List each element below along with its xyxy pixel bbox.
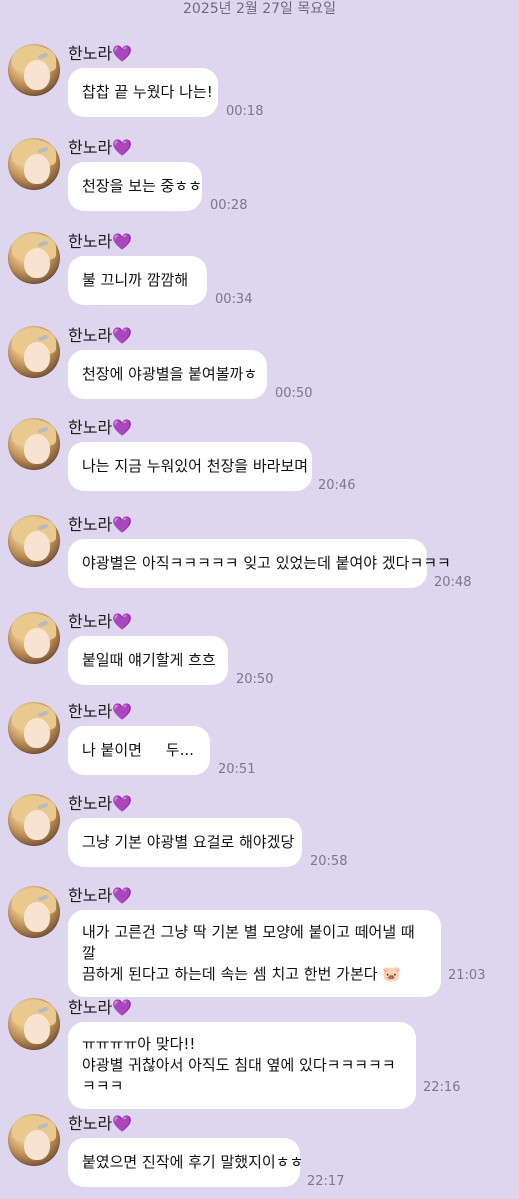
message-time: 00:18 — [226, 104, 264, 119]
message-time: 20:46 — [318, 478, 356, 493]
avatar[interactable] — [8, 886, 60, 938]
message-bubble[interactable]: 그냥 기본 야광별 요걸로 해야겠당 — [68, 818, 302, 867]
message-time: 21:03 — [448, 968, 486, 983]
avatar[interactable] — [8, 794, 60, 846]
date-header: 2025년 2월 27일 목요일 — [183, 1, 336, 17]
sender-name: 한노라💜 — [68, 886, 133, 905]
message-time: 22:16 — [423, 1080, 461, 1095]
avatar[interactable] — [8, 702, 60, 754]
sender-name: 한노라💜 — [68, 998, 133, 1017]
message-bubble[interactable]: 붙였으면 진작에 후기 말했지이ㅎㅎ — [68, 1138, 303, 1187]
message-line: ㅠㅠㅠㅠ아 맞다!! — [82, 1035, 196, 1053]
avatar[interactable] — [8, 326, 60, 378]
sender-name: 한노라💜 — [68, 418, 133, 437]
sender-name: 한노라💜 — [68, 612, 133, 631]
message-bubble[interactable]: 나 붙이면 두... — [68, 726, 210, 775]
avatar[interactable] — [8, 232, 60, 284]
message-bubble[interactable]: 야광별은 아직ㅋㅋㅋㅋㅋ 잊고 있었는데 붙여야 겠다ㅋㅋㅋ — [68, 539, 451, 588]
message-time: 20:58 — [310, 854, 348, 869]
message-bubble[interactable]: 천장을 보는 중ㅎㅎ — [68, 162, 202, 211]
avatar[interactable] — [8, 418, 60, 470]
message-line: 내가 고른건 그냥 딱 기본 별 모양에 붙이고 떼어낼 때 깔 — [82, 923, 415, 962]
message-bubble[interactable]: 천장에 야광별을 붙여볼까ㅎ — [68, 350, 267, 399]
message-line: 끔하게 된다고 하는데 속는 셈 치고 한번 가본다 🐷 — [82, 965, 402, 983]
avatar[interactable] — [8, 612, 60, 664]
avatar[interactable] — [8, 138, 60, 190]
sender-name: 한노라💜 — [68, 44, 133, 63]
message-bubble[interactable]: 나는 지금 누워있어 천장을 바라보며 — [68, 442, 312, 491]
avatar[interactable] — [8, 1114, 60, 1166]
sender-name: 한노라💜 — [68, 232, 133, 251]
message-time: 22:17 — [307, 1174, 345, 1189]
sender-name: 한노라💜 — [68, 515, 133, 534]
message-time: 00:34 — [215, 292, 253, 307]
sender-name: 한노라💜 — [68, 702, 133, 721]
avatar[interactable] — [8, 998, 60, 1050]
message-time: 20:48 — [434, 575, 472, 590]
message-time: 20:51 — [218, 762, 256, 777]
avatar[interactable] — [8, 44, 60, 96]
message-time: 00:28 — [210, 198, 248, 213]
message-time: 00:50 — [275, 386, 313, 401]
message-bubble[interactable]: ㅠㅠㅠㅠ아 맞다!! 야광별 귀찮아서 아직도 침대 옆에 있다ㅋㅋㅋㅋㅋㅋㅋㅋ — [68, 1022, 416, 1109]
sender-name: 한노라💜 — [68, 1114, 133, 1133]
avatar[interactable] — [8, 515, 60, 567]
sender-name: 한노라💜 — [68, 326, 133, 345]
message-line: 야광별 귀찮아서 아직도 침대 옆에 있다ㅋㅋㅋㅋㅋㅋㅋㅋ — [82, 1056, 396, 1095]
sender-name: 한노라💜 — [68, 794, 133, 813]
sender-name: 한노라💜 — [68, 138, 133, 157]
message-bubble[interactable]: 내가 고른건 그냥 딱 기본 별 모양에 붙이고 떼어낼 때 깔 끔하게 된다고… — [68, 910, 441, 997]
message-bubble[interactable]: 불 끄니까 깜깜해 — [68, 256, 207, 305]
message-time: 20:50 — [236, 672, 274, 687]
message-bubble[interactable]: 찹찹 끝 누웠다 나는! — [68, 68, 218, 117]
message-bubble[interactable]: 붙일때 얘기할게 흐흐 — [68, 636, 228, 685]
